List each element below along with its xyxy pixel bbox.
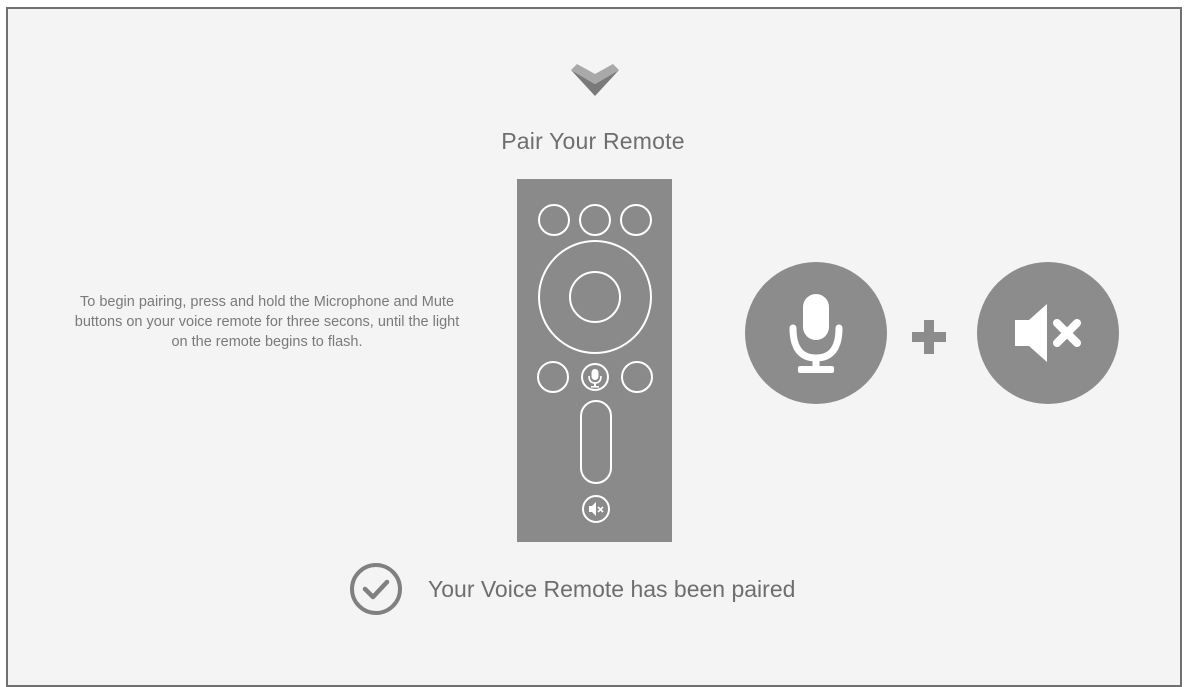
- remote-top-button-3: [620, 204, 652, 236]
- plus-icon: [912, 320, 946, 354]
- pairing-instructions: To begin pairing, press and hold the Mic…: [74, 294, 460, 350]
- remote-top-button-2: [579, 204, 611, 236]
- microphone-icon: [789, 294, 843, 373]
- mute-button-graphic: [977, 262, 1119, 404]
- vizio-logo-icon: [571, 64, 619, 96]
- page-title: Pair Your Remote: [501, 128, 685, 154]
- remote-dpad-ring: [538, 240, 652, 354]
- microphone-button-graphic: [745, 262, 887, 404]
- remote-right-button: [621, 361, 653, 393]
- status-message: Your Voice Remote has been paired: [428, 575, 796, 602]
- mute-icon: [1015, 304, 1081, 362]
- pairing-status: Your Voice Remote has been paired: [348, 563, 795, 615]
- remote-ok-button: [569, 271, 621, 323]
- remote-volume-rocker: [580, 400, 612, 484]
- remote-top-button-1: [538, 204, 570, 236]
- remote-illustration: [517, 179, 672, 542]
- remote-left-button: [537, 361, 569, 393]
- check-circle-icon: [350, 563, 402, 615]
